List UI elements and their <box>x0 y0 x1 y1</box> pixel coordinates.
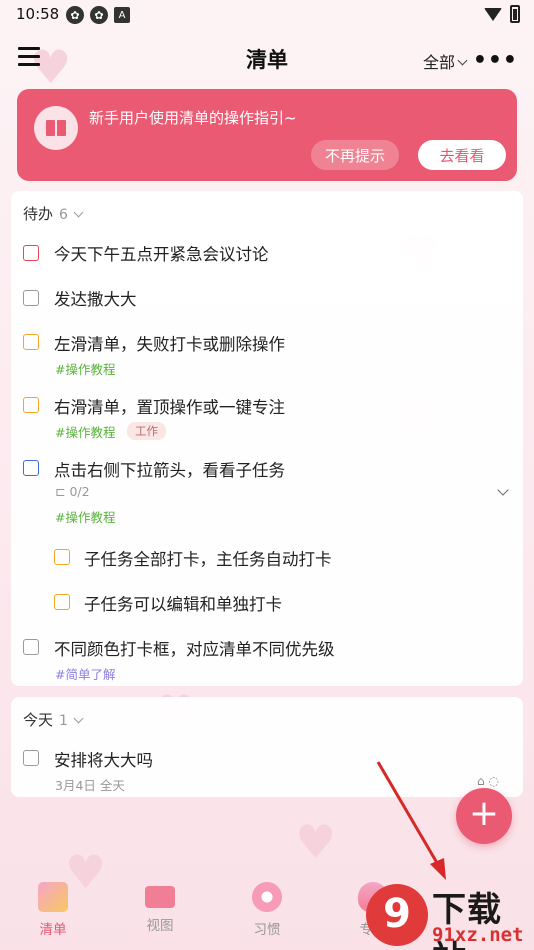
banner-text: 新手用户使用清单的操作指引~ <box>89 109 297 127</box>
section-title: 待办 <box>23 205 54 223</box>
guide-banner: 新手用户使用清单的操作指引~ 不再提示 去看看 <box>17 89 517 181</box>
app-notification-icon: ✿ <box>66 6 84 24</box>
nav-label: 清单 <box>39 922 67 938</box>
more-options-icon[interactable]: ••• <box>473 48 518 73</box>
watermark-logo: 9 <box>366 884 428 946</box>
chevron-down-icon <box>73 713 84 724</box>
list-item[interactable]: 安排将大大吗 3月4日 全天 ⌂ ◌ <box>11 747 523 793</box>
subtask-progress: ⊏ 0/2 <box>55 484 90 499</box>
item-tag[interactable]: #简单了解 <box>55 664 115 683</box>
site-watermark: 9 下载站 91xz.net <box>366 878 534 950</box>
subtask-icon: ⊏ <box>55 484 70 499</box>
list-item[interactable]: 左滑清单，失败打卡或删除操作 #操作教程 <box>11 331 523 381</box>
wifi-icon <box>484 7 502 21</box>
watermark-url: 91xz.net <box>432 924 524 946</box>
nav-tab-list[interactable]: 清单 <box>13 882 93 938</box>
status-time: 10:58 <box>16 5 60 23</box>
app-notification-icon: ✿ <box>90 6 108 24</box>
section-header-today[interactable]: 今天 1 <box>23 709 84 730</box>
section-count: 1 <box>59 713 68 729</box>
dismiss-tip-button[interactable]: 不再提示 <box>311 140 399 170</box>
item-title: 今天下午五点开紧急会议讨论 <box>54 245 269 264</box>
subtask-item[interactable]: 子任务可以编辑和单独打卡 <box>11 591 523 621</box>
today-section-card: 今天 1 安排将大大吗 3月4日 全天 ⌂ ◌ <box>11 697 523 797</box>
todo-section-card: 待办 6 今天下午五点开紧急会议讨论 发达撒大大 左滑清单，失败打卡或删除操作 #… <box>11 191 523 686</box>
list-item[interactable]: 点击右侧下拉箭头，看看子任务 ⊏ 0/2 #操作教程 <box>11 457 523 527</box>
list-gift-icon <box>38 882 68 912</box>
priority-checkbox[interactable] <box>54 549 70 565</box>
nav-label: 习惯 <box>253 922 281 938</box>
expand-chevron-icon[interactable] <box>497 484 509 496</box>
item-title: 发达撒大大 <box>54 290 137 309</box>
priority-checkbox[interactable] <box>23 460 39 476</box>
chevron-down-icon <box>73 207 84 218</box>
heart-decoration-icon: ♥ <box>295 815 337 869</box>
section-header-todo[interactable]: 待办 6 <box>23 203 84 224</box>
list-item[interactable]: 今天下午五点开紧急会议讨论 <box>11 241 523 271</box>
item-title: 点击右侧下拉箭头，看看子任务 <box>54 461 285 480</box>
list-item[interactable]: 不同颜色打卡框，对应清单不同优先级 #简单了解 <box>11 636 523 686</box>
nav-tab-view[interactable]: 视图 <box>120 882 200 934</box>
list-chip[interactable]: 工作 <box>127 422 166 440</box>
item-title: 左滑清单，失败打卡或删除操作 <box>54 335 285 354</box>
filter-dropdown[interactable]: 全部 <box>422 49 468 73</box>
book-icon <box>34 106 78 150</box>
priority-checkbox[interactable] <box>23 750 39 766</box>
donut-icon <box>252 882 282 912</box>
item-title: 子任务全部打卡，主任务自动打卡 <box>84 550 332 569</box>
subtask-item[interactable]: 子任务全部打卡，主任务自动打卡 <box>11 546 523 576</box>
filter-label: 全部 <box>422 53 455 72</box>
add-task-button[interactable]: + <box>456 788 512 844</box>
item-title: 子任务可以编辑和单独打卡 <box>84 595 282 614</box>
section-title: 今天 <box>23 711 54 729</box>
item-date: 3月4日 全天 <box>55 778 125 793</box>
battery-icon <box>510 5 520 23</box>
item-title: 安排将大大吗 <box>54 751 153 770</box>
priority-checkbox[interactable] <box>23 334 39 350</box>
status-bar: 10:58 ✿ ✿ A <box>0 0 534 30</box>
item-tag[interactable]: #操作教程 <box>55 359 115 378</box>
priority-checkbox[interactable] <box>54 594 70 610</box>
list-item[interactable]: 右滑清单，置顶操作或一键专注 #操作教程 工作 <box>11 394 523 444</box>
priority-checkbox[interactable] <box>23 397 39 413</box>
section-count: 6 <box>59 207 68 223</box>
notification-icons: ✿ ✿ A <box>66 6 130 24</box>
view-guide-button[interactable]: 去看看 <box>418 140 506 170</box>
priority-checkbox[interactable] <box>23 639 39 655</box>
list-item[interactable]: 发达撒大大 <box>11 286 523 316</box>
item-title: 右滑清单，置顶操作或一键专注 <box>54 398 285 417</box>
item-tag[interactable]: #操作教程 <box>55 507 115 526</box>
nav-label: 视图 <box>146 918 174 934</box>
priority-checkbox[interactable] <box>23 245 39 261</box>
chevron-down-icon <box>457 55 468 66</box>
nav-tab-habit[interactable]: 习惯 <box>227 882 307 938</box>
item-tag[interactable]: #操作教程 <box>55 422 115 441</box>
priority-checkbox[interactable] <box>23 290 39 306</box>
envelope-icon <box>145 886 175 908</box>
item-title: 不同颜色打卡框，对应清单不同优先级 <box>54 640 335 659</box>
app-header: 清单 全部 ••• <box>0 36 534 80</box>
app-notification-icon: A <box>114 7 130 23</box>
reminder-icon: ⌂ ◌ <box>477 774 499 788</box>
